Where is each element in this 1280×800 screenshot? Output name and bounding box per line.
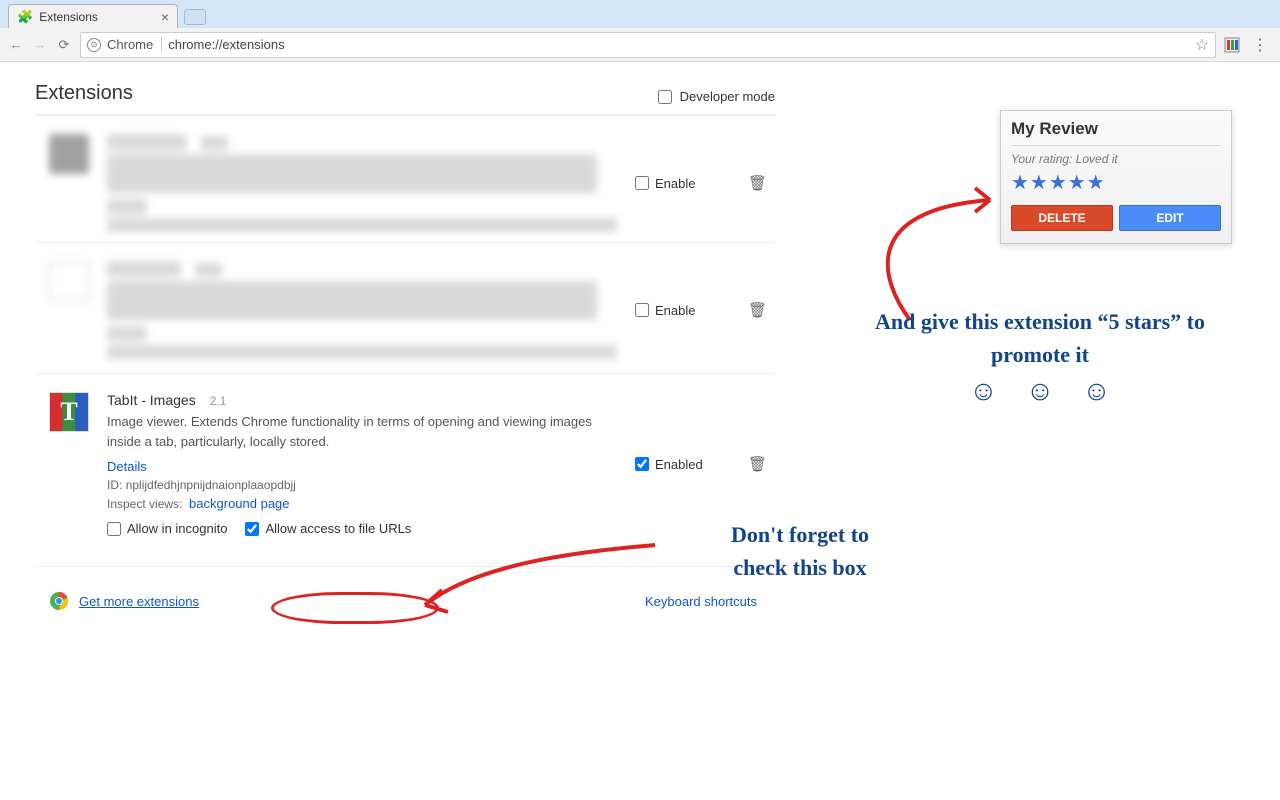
developer-mode-label: Developer mode bbox=[680, 89, 775, 104]
enabled-label: Enabled bbox=[655, 457, 703, 472]
back-icon[interactable]: ← bbox=[8, 37, 24, 52]
omnibox[interactable]: ⊙ Chrome chrome://extensions ☆ bbox=[80, 32, 1216, 58]
enable-label: Enable bbox=[655, 176, 695, 191]
enable-checkbox[interactable] bbox=[635, 176, 649, 190]
allow-incognito-label: Allow in incognito bbox=[127, 521, 227, 536]
inspect-link[interactable]: background page bbox=[189, 496, 289, 511]
star-rating[interactable]: ★★★★★ bbox=[1011, 170, 1221, 195]
keyboard-shortcuts-link[interactable]: Keyboard shortcuts bbox=[645, 594, 757, 609]
chrome-logo-icon bbox=[49, 591, 69, 611]
review-title: My Review bbox=[1011, 119, 1221, 139]
inspect-label: Inspect views: bbox=[107, 497, 182, 511]
edit-button[interactable]: EDIT bbox=[1119, 205, 1221, 231]
forward-icon[interactable]: → bbox=[32, 37, 48, 52]
review-subtitle: Your rating: Loved it bbox=[1011, 152, 1221, 166]
allow-file-urls-checkbox[interactable] bbox=[245, 522, 259, 536]
annotation-text: And give this extension “5 stars” to pro… bbox=[840, 305, 1240, 413]
extension-icon bbox=[49, 261, 89, 301]
tab-title: Extensions bbox=[39, 10, 98, 24]
allow-file-urls-label: Allow access to file URLs bbox=[265, 521, 411, 536]
browser-tab[interactable]: 🧩 Extensions × bbox=[8, 4, 178, 28]
tab-strip: 🧩 Extensions × bbox=[0, 0, 1280, 28]
extension-toolbar-icon[interactable] bbox=[1224, 37, 1240, 53]
url-text: chrome://extensions bbox=[168, 37, 1188, 52]
get-more-extensions-link[interactable]: Get more extensions bbox=[79, 594, 199, 609]
annotation-text: Don't forget tocheck this box bbox=[660, 518, 940, 584]
developer-mode-checkbox[interactable] bbox=[658, 90, 672, 104]
trash-icon[interactable]: 🗑 bbox=[748, 174, 767, 192]
extension-version: 2.1 bbox=[210, 394, 227, 408]
new-tab-button[interactable] bbox=[184, 9, 206, 25]
details-link[interactable]: Details bbox=[107, 459, 147, 474]
menu-icon[interactable]: ⋮ bbox=[1248, 35, 1272, 55]
extension-row: Speed Dial 23.2.0 Speed Dial 2 is ultima… bbox=[35, 115, 775, 232]
site-icon: ⊙ bbox=[87, 38, 101, 52]
extension-row-tabit: T TabIt - Images 2.1 Image viewer. Exten… bbox=[35, 373, 775, 536]
trash-icon[interactable]: 🗑 bbox=[748, 455, 767, 473]
id-label: ID: bbox=[107, 478, 122, 492]
allow-incognito-checkbox[interactable] bbox=[107, 522, 121, 536]
reload-icon[interactable]: ⟳ bbox=[56, 37, 72, 53]
toolbar: ← → ⟳ ⊙ Chrome chrome://extensions ☆ ⋮ bbox=[0, 28, 1280, 62]
enabled-checkbox[interactable] bbox=[635, 457, 649, 471]
close-icon[interactable]: × bbox=[161, 9, 169, 25]
puzzle-icon: 🧩 bbox=[17, 9, 33, 25]
extension-row: SourceFiles1.2.0 This extension helps yo… bbox=[35, 242, 775, 359]
delete-button[interactable]: DELETE bbox=[1011, 205, 1113, 231]
id-value: nplijdfedhjnpnijdnaionplaaopdbjj bbox=[126, 478, 296, 492]
trash-icon[interactable]: 🗑 bbox=[748, 301, 767, 319]
enable-label: Enable bbox=[655, 303, 695, 318]
site-chip: Chrome bbox=[107, 37, 162, 52]
bookmark-icon[interactable]: ☆ bbox=[1195, 35, 1209, 55]
extension-name: TabIt - Images bbox=[107, 392, 196, 408]
extension-icon: T bbox=[49, 392, 89, 432]
extension-description: Image viewer. Extends Chrome functionali… bbox=[107, 412, 597, 451]
review-card: My Review Your rating: Loved it ★★★★★ DE… bbox=[1000, 110, 1232, 244]
enable-checkbox[interactable] bbox=[635, 303, 649, 317]
extension-icon bbox=[49, 134, 89, 174]
